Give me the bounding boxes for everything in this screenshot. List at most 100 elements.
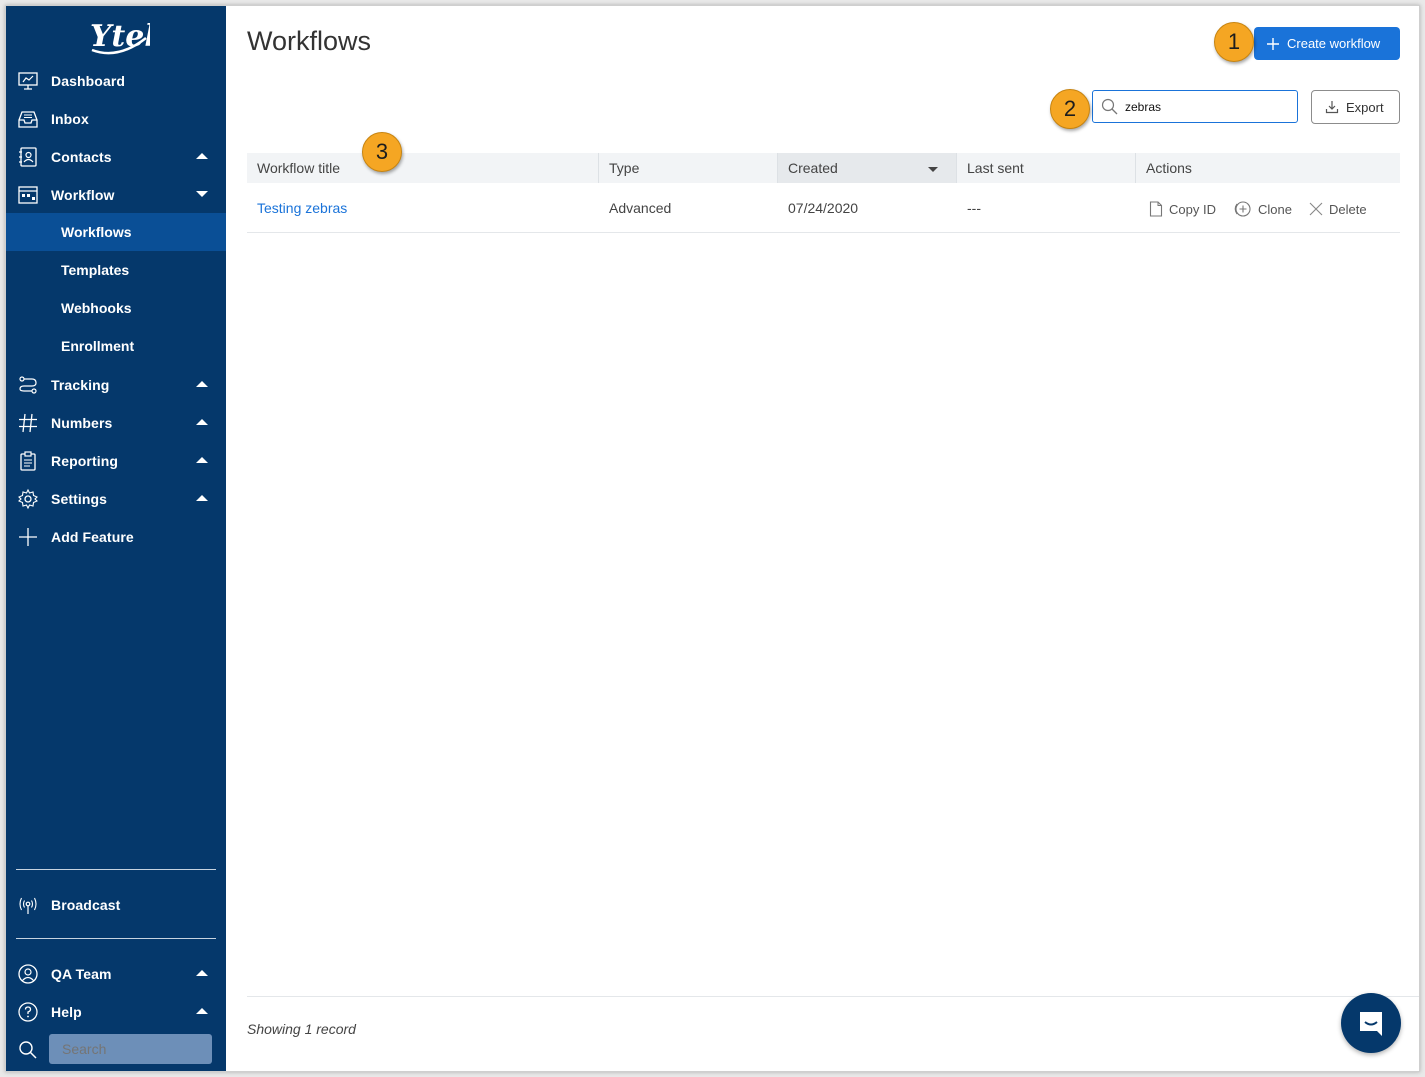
sidebar-item-broadcast[interactable]: Broadcast <box>6 886 226 924</box>
sidebar-divider <box>16 938 216 939</box>
sidebar-item-reporting[interactable]: Reporting <box>6 442 226 480</box>
chevron-up-icon <box>196 153 208 159</box>
download-icon <box>1325 101 1339 114</box>
chevron-up-icon <box>196 381 208 387</box>
sidebar-item-settings[interactable]: Settings <box>6 480 226 518</box>
sidebar-item-label: Tracking <box>51 377 110 393</box>
plus-icon <box>1267 37 1279 50</box>
sidebar-item-inbox[interactable]: Inbox <box>6 100 226 138</box>
chevron-up-icon <box>196 495 208 501</box>
column-header-label: Workflow title <box>257 160 340 176</box>
chat-icon <box>1360 1012 1382 1036</box>
sidebar-subitem-label: Enrollment <box>61 338 135 354</box>
delete-label: Delete <box>1329 201 1367 217</box>
hash-icon <box>19 413 37 433</box>
workflow-search-input[interactable] <box>1125 97 1293 117</box>
plus-icon <box>19 528 37 546</box>
main-content: Workflows Create workflow 1 2 Export Wor… <box>226 6 1419 1071</box>
workflow-created: 07/24/2020 <box>788 200 859 216</box>
chevron-up-icon <box>196 457 208 463</box>
clone-label: Clone <box>1258 201 1292 217</box>
sidebar-item-dashboard[interactable]: Dashboard <box>6 62 226 100</box>
svg-text:Ytel: Ytel <box>90 19 150 54</box>
sidebar-item-label: Reporting <box>51 453 119 469</box>
chevron-up-icon <box>196 419 208 425</box>
sidebar-item-team[interactable]: QA Team <box>6 955 226 993</box>
sidebar-subitem-label: Webhooks <box>61 300 132 316</box>
sidebar-item-add-feature[interactable]: Add Feature <box>6 518 226 556</box>
sidebar-item-label: Dashboard <box>51 73 126 89</box>
create-workflow-label: Create workflow <box>1287 36 1381 51</box>
table-row: Testing zebras Advanced 07/24/2020 --- C… <box>247 183 1400 233</box>
sidebar-divider <box>16 869 216 870</box>
page-title: Workflows <box>247 26 372 56</box>
dashboard-icon <box>18 72 38 90</box>
copy-id-label: Copy ID <box>1169 201 1216 217</box>
column-header-label: Actions <box>1146 160 1192 176</box>
chevron-down-icon <box>196 191 208 197</box>
workflow-title-link[interactable]: Testing zebras <box>247 183 347 233</box>
workflow-search[interactable] <box>1092 90 1298 123</box>
column-header-label: Created <box>788 160 838 176</box>
sidebar-subitem-label: Templates <box>61 262 130 278</box>
close-icon <box>1309 202 1323 216</box>
column-header-type[interactable]: Type <box>599 153 778 183</box>
chat-launcher-button[interactable] <box>1341 993 1401 1053</box>
search-icon <box>1101 98 1118 115</box>
footer-divider <box>247 996 1419 997</box>
search-icon <box>19 1041 37 1059</box>
contacts-icon <box>19 147 37 167</box>
tracking-icon <box>19 376 37 394</box>
inbox-icon <box>18 111 38 128</box>
clipboard-icon <box>20 451 36 471</box>
create-workflow-button[interactable]: Create workflow <box>1254 27 1400 60</box>
column-header-title[interactable]: Workflow title <box>247 153 599 183</box>
copy-id-button[interactable]: Copy ID <box>1149 199 1216 219</box>
column-header-actions: Actions <box>1136 153 1400 183</box>
sidebar-item-workflow[interactable]: Workflow <box>6 176 226 214</box>
sidebar-item-label: Help <box>51 1004 82 1020</box>
table-header: Workflow title Type Created Last sent Ac… <box>247 153 1400 183</box>
sidebar-item-label: QA Team <box>51 966 112 982</box>
sidebar-subitem-label: Workflows <box>61 224 132 240</box>
column-header-last-sent[interactable]: Last sent <box>957 153 1136 183</box>
clone-icon <box>1234 201 1251 217</box>
export-button[interactable]: Export <box>1311 90 1400 124</box>
gear-icon <box>18 488 38 510</box>
chevron-up-icon <box>196 1008 208 1014</box>
sidebar-item-label: Broadcast <box>51 897 121 913</box>
sidebar-item-label: Inbox <box>51 111 89 127</box>
sort-desc-icon <box>928 167 938 172</box>
export-label: Export <box>1346 99 1384 115</box>
sidebar-subitem-enrollment[interactable]: Enrollment <box>6 327 226 365</box>
record-count: Showing 1 record <box>247 1021 356 1037</box>
callout-badge-3: 3 <box>362 132 402 172</box>
callout-badge-2: 2 <box>1050 89 1090 129</box>
sidebar: Ytel Dashboard Inbox Contacts Workflow W… <box>6 6 226 1071</box>
broadcast-icon <box>19 897 37 914</box>
chevron-up-icon <box>196 970 208 976</box>
app-window: Ytel Dashboard Inbox Contacts Workflow W… <box>5 5 1420 1072</box>
column-header-label: Last sent <box>967 160 1024 176</box>
sidebar-subitem-workflows[interactable]: Workflows <box>6 213 226 251</box>
ytel-logo[interactable]: Ytel <box>86 16 150 56</box>
workflow-icon <box>18 186 38 204</box>
sidebar-item-label: Numbers <box>51 415 113 431</box>
sidebar-item-contacts[interactable]: Contacts <box>6 138 226 176</box>
sidebar-item-label: Workflow <box>51 187 115 203</box>
column-header-created[interactable]: Created <box>778 153 957 183</box>
callout-badge-1: 1 <box>1214 22 1254 62</box>
user-icon <box>18 964 38 984</box>
column-header-label: Type <box>609 160 640 176</box>
sidebar-item-label: Contacts <box>51 149 112 165</box>
workflow-type: Advanced <box>609 200 672 216</box>
sidebar-subitem-templates[interactable]: Templates <box>6 251 226 289</box>
sidebar-item-help[interactable]: Help <box>6 993 226 1031</box>
delete-button[interactable]: Delete <box>1309 199 1367 219</box>
sidebar-subitem-webhooks[interactable]: Webhooks <box>6 289 226 327</box>
sidebar-item-tracking[interactable]: Tracking <box>6 366 226 404</box>
sidebar-search-input[interactable] <box>49 1034 212 1064</box>
copy-icon <box>1149 201 1163 217</box>
clone-button[interactable]: Clone <box>1232 199 1292 219</box>
sidebar-item-numbers[interactable]: Numbers <box>6 404 226 442</box>
